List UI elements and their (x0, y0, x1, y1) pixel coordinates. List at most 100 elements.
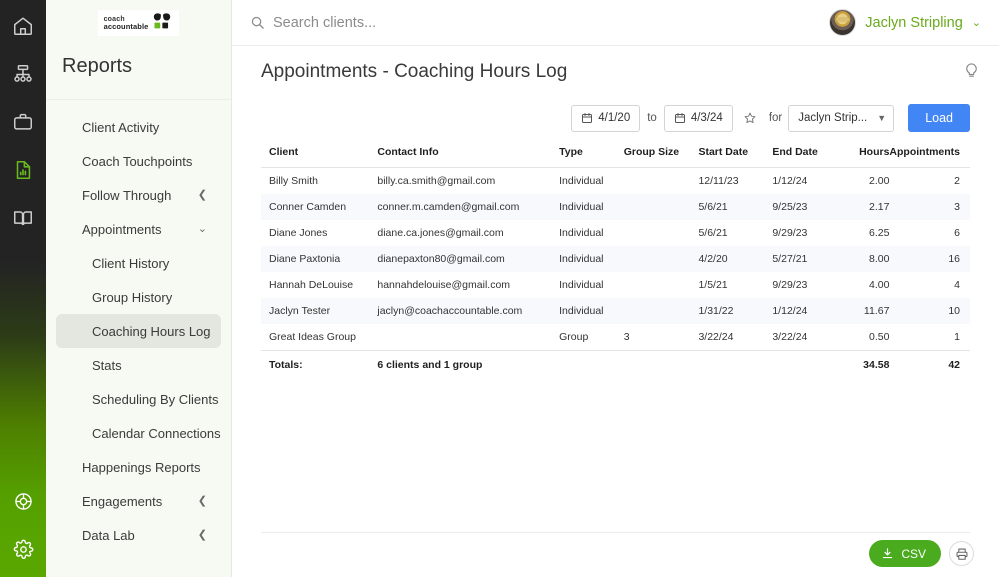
cell-appointments: 1 (954, 331, 960, 343)
cell-contact: dianepaxton80@gmail.com (377, 246, 560, 272)
coach-select-value: Jaclyn Strip... (798, 112, 868, 124)
column-header-hours[interactable]: Hours (835, 146, 890, 168)
sidebar: coach accountable Reports Client Activit… (46, 0, 232, 577)
cell-start-date: 3/22/24 (698, 331, 734, 343)
sidebar-item-calendar-connections[interactable]: Calendar Connections (56, 416, 221, 450)
chevron-down-icon: ⌄ (971, 17, 981, 29)
column-header-start-date[interactable]: Start Date (698, 146, 773, 168)
coach-select[interactable]: Jaclyn Strip... ▼ (788, 104, 895, 132)
column-header-client[interactable]: Client (261, 146, 378, 168)
search-input[interactable] (273, 14, 573, 31)
sidebar-nav: Client Activity Coach Touchpoints Follow… (46, 100, 231, 552)
calendar-icon (674, 113, 685, 123)
logo-line-2: accountable (103, 21, 149, 31)
print-button[interactable] (949, 541, 974, 566)
chevron-down-icon: ▼ (877, 113, 887, 123)
column-header-contact-info[interactable]: Contact Info (377, 146, 560, 168)
sidebar-item-client-activity[interactable]: Client Activity (56, 110, 221, 144)
table-row[interactable]: Diane Paxtonia dianepaxton80@gmail.com I… (261, 246, 970, 272)
leaf-logo-icon (154, 13, 171, 29)
avatar (829, 9, 857, 36)
table-row[interactable]: Jaclyn Tester jaclyn@coachaccountable.co… (261, 298, 970, 324)
cell-group-size (624, 272, 699, 298)
rail-bottom-icons (0, 477, 46, 573)
cell-start-date: 5/6/21 (698, 194, 773, 220)
gear-settings-icon[interactable] (0, 525, 46, 573)
org-chart-icon[interactable] (0, 50, 46, 98)
table-row[interactable]: Conner Camden conner.m.camden@gmail.com … (261, 194, 970, 220)
cell-client: Conner Camden (261, 194, 378, 220)
sidebar-item-client-history[interactable]: Client History (56, 246, 221, 280)
totals-group-size (623, 350, 699, 378)
search-container[interactable] (250, 14, 829, 31)
sidebar-item-label: Coaching Hours Log (92, 323, 211, 339)
favorite-star-icon[interactable] (739, 105, 762, 132)
page-title: Appointments - Coaching Hours Log (261, 61, 568, 82)
column-header-type[interactable]: Type (559, 146, 624, 168)
table-row[interactable]: Diane Jones diane.ca.jones@gmail.com Ind… (261, 220, 970, 246)
app-root: coach accountable Reports Client Activit… (0, 0, 999, 577)
cell-hours: 6.25 (868, 227, 890, 239)
cell-client: Hannah DeLouise (269, 279, 354, 291)
sidebar-item-label: Group History (92, 289, 173, 305)
sidebar-item-coach-touchpoints[interactable]: Coach Touchpoints (56, 144, 221, 178)
csv-export-button[interactable]: CSV (869, 540, 941, 567)
report-document-icon[interactable] (0, 146, 46, 194)
end-date-value: 4/3/24 (690, 112, 723, 124)
home-icon[interactable] (0, 2, 46, 50)
download-icon (883, 548, 893, 559)
sidebar-item-appointments[interactable]: Appointments ⌄ (56, 212, 221, 246)
sidebar-item-happenings-reports[interactable]: Happenings Reports (56, 450, 221, 484)
sidebar-item-stats[interactable]: Stats (56, 348, 221, 382)
sidebar-item-label: Happenings Reports (82, 459, 201, 475)
totals-summary: 6 clients and 1 group (377, 350, 560, 378)
sidebar-item-follow-through[interactable]: Follow Through ❮ (56, 178, 221, 212)
load-button[interactable]: Load (908, 104, 970, 132)
column-header-appointments[interactable]: Appointments (889, 146, 970, 168)
brand-logo[interactable]: coach accountable (46, 0, 231, 46)
table-row[interactable]: Billy Smith billy.ca.smith@gmail.com Ind… (261, 168, 970, 195)
cell-group-size (624, 168, 699, 195)
cell-contact: diane.ca.jones@gmail.com (377, 227, 504, 239)
cell-appointments: 4 (954, 279, 960, 291)
chevron-left-icon: ❮ (197, 528, 207, 541)
sidebar-item-data-lab[interactable]: Data Lab ❮ (56, 518, 221, 552)
cell-appointments: 16 (889, 246, 970, 272)
search-icon (251, 16, 264, 29)
sidebar-item-coaching-hours-log[interactable]: Coaching Hours Log (56, 314, 221, 348)
column-header-group-size[interactable]: Group Size (623, 146, 699, 168)
sidebar-item-scheduling-by-clients[interactable]: Scheduling By Clients (56, 382, 221, 416)
cell-client: Diane Paxtonia (261, 246, 378, 272)
cell-group-size (624, 220, 699, 246)
sidebar-item-label: Calendar Connections (92, 425, 221, 441)
calendar-icon (582, 113, 593, 123)
cell-type: Individual (559, 298, 624, 324)
sidebar-item-label: Client Activity (82, 119, 160, 135)
cell-client: Diane Jones (269, 227, 328, 239)
cell-start-date: 1/5/21 (698, 279, 728, 291)
table-row[interactable]: Great Ideas Group Group 3 3/22/24 3/22/2… (261, 324, 970, 351)
column-header-end-date[interactable]: End Date (772, 146, 836, 168)
sidebar-item-engagements[interactable]: Engagements ❮ (56, 484, 221, 518)
coaching-hours-table: Client Contact Info Type Group Size Star… (261, 146, 970, 378)
cell-client: Billy Smith (269, 175, 319, 187)
cell-type: Individual (559, 279, 604, 291)
cell-hours: 2.17 (835, 194, 890, 220)
cell-contact: billy.ca.smith@gmail.com (377, 175, 496, 187)
lifebuoy-help-icon[interactable] (0, 477, 46, 525)
lightbulb-icon[interactable] (962, 60, 981, 84)
cell-end-date: 9/29/23 (772, 279, 808, 291)
briefcase-icon[interactable] (0, 98, 46, 146)
book-icon[interactable] (0, 194, 46, 242)
totals-label: Totals: (261, 350, 378, 378)
user-menu[interactable]: Jaclyn Stripling ⌄ (829, 9, 981, 36)
cell-appointments: 3 (889, 194, 970, 220)
cell-end-date: 3/22/24 (772, 331, 808, 343)
to-label: to (647, 112, 657, 124)
sidebar-item-group-history[interactable]: Group History (56, 280, 221, 314)
start-date-field[interactable]: 4/1/20 (571, 104, 641, 132)
table-row[interactable]: Hannah DeLouise hannahdelouise@gmail.com… (261, 272, 970, 298)
chevron-down-icon: ⌄ (197, 222, 207, 235)
sidebar-item-label: Stats (92, 357, 122, 373)
end-date-field[interactable]: 4/3/24 (663, 104, 733, 132)
